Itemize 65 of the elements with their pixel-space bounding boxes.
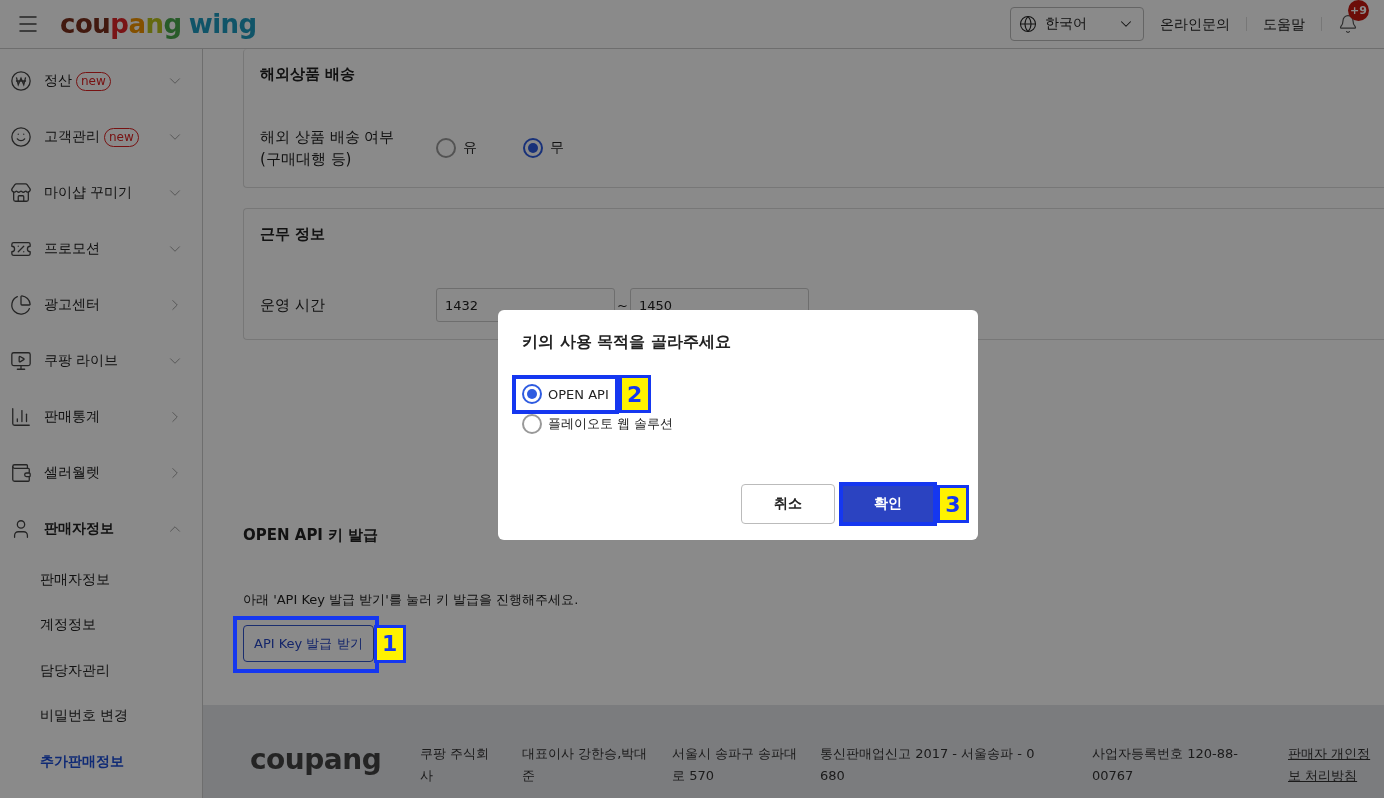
section-title: 해외상품 배송 (260, 65, 357, 84)
sidebar-subitem[interactable]: 비밀번호 변경 (0, 693, 202, 739)
radio-button[interactable] (523, 138, 543, 158)
sidebar-label: 광고센터 (44, 296, 100, 314)
coupang-wing-logo: coupang wing (60, 9, 257, 39)
radio-option[interactable]: 무 (523, 138, 564, 158)
sidebar-item[interactable]: 판매자정보 (0, 501, 202, 557)
language-select[interactable]: 한국어 (1010, 7, 1144, 41)
video-monitor-icon (10, 350, 32, 372)
section-title: OPEN API 키 발급 (243, 526, 380, 545)
callout-number: 2 (618, 375, 651, 413)
header-link[interactable]: 온라인문의 (1144, 17, 1247, 31)
sidebar-subitem[interactable]: 담당자관리 (0, 648, 202, 694)
sidebar-subitem[interactable]: 계정정보 (0, 602, 202, 648)
callout-number: 1 (373, 624, 406, 663)
privacy-policy-link[interactable]: 판매자 개인정보 처리방침 (1288, 743, 1378, 787)
sidebar-label: 프로모션 (44, 240, 100, 258)
sidebar-item[interactable]: 셀러월렛 (0, 445, 202, 501)
sidebar-item[interactable]: 고객관리 new (0, 109, 202, 165)
sidebar-item[interactable]: 판매통계 (0, 389, 202, 445)
sidebar-item[interactable]: 쿠팡 라이브 (0, 333, 202, 389)
section-title: 근무 정보 (260, 225, 327, 244)
range-separator: ~ (617, 297, 628, 313)
smile-icon (10, 126, 32, 148)
api-key-button[interactable]: API Key 발급 받기 (243, 625, 374, 662)
radio-option[interactable]: 플레이오토 웹 솔루션 (522, 413, 954, 435)
radio-button[interactable] (522, 384, 542, 404)
pie-chart-icon (10, 294, 32, 316)
radio-button[interactable] (522, 414, 542, 434)
footer-text: 서울시 송파구 송파대로 570 (672, 745, 799, 785)
won-coin-icon (10, 70, 32, 92)
bar-chart-icon (10, 406, 32, 428)
sidebar-item[interactable]: 마이샵 꾸미기 (0, 165, 202, 221)
wallet-icon (10, 462, 32, 484)
sidebar-label: 마이샵 꾸미기 (44, 184, 133, 202)
coupang-logo: coupang (250, 743, 383, 776)
instruction-text: 아래 'API Key 발급 받기'를 눌러 키 발급을 진행해주세요. (243, 591, 580, 609)
sidebar-item[interactable]: 광고센터 (0, 277, 202, 333)
sidebar-item[interactable]: 프로모션 (0, 221, 202, 277)
sidebar-label: 쿠팡 라이브 (44, 352, 119, 370)
field-label: 해외 상품 배송 여부 (구매대행 등) (260, 127, 396, 170)
sidebar-label: 판매자정보 (44, 520, 114, 538)
sidebar-label: 고객관리 (44, 128, 100, 146)
field-label: 운영 시간 (260, 295, 326, 316)
sidebar-label: 판매통계 (44, 408, 100, 426)
sidebar-label: 셀러월렛 (44, 464, 100, 482)
cancel-button[interactable]: 취소 (741, 484, 835, 524)
sidebar-item[interactable]: 정산 new (0, 53, 202, 109)
footer-text: 대표이사 강한승,박대준 (522, 745, 649, 785)
notification-count: +9 (1348, 0, 1369, 21)
footer-text: 사업자등록번호 120-88-00767 (1092, 745, 1239, 785)
radio-button[interactable] (436, 138, 456, 158)
globe-icon (1019, 15, 1037, 33)
callout-number: 3 (937, 485, 969, 523)
notification-button[interactable] (1338, 14, 1358, 34)
sidebar-subitem[interactable]: 추가판매정보 (0, 739, 202, 785)
radio-option[interactable]: OPEN API (522, 383, 609, 405)
sidebar-label: 정산 (44, 72, 72, 90)
store-icon (10, 182, 32, 204)
header-link[interactable]: 도움말 (1247, 17, 1322, 31)
dialog-title: 키의 사용 목적을 골라주세요 (522, 332, 732, 353)
footer-text: 쿠팡 주식회사 (420, 745, 491, 785)
radio-option[interactable]: 유 (436, 138, 477, 158)
footer-text: 통신판매업신고 2017 - 서울송파 - 0680 (820, 745, 1036, 785)
sidebar-subitem[interactable]: 판매자정보 (0, 557, 202, 603)
